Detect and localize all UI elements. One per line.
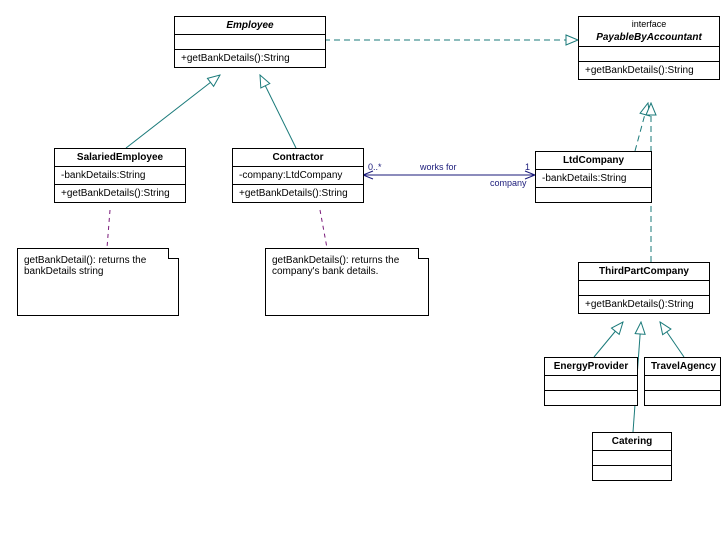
class-employee: Employee +getBankDetails():String (174, 16, 326, 68)
class-title: ThirdPartCompany (579, 263, 709, 281)
realization-ltdcompany-payable (635, 103, 648, 151)
assoc-label: works for (420, 162, 457, 172)
attrs-section: -bankDetails:String (536, 170, 651, 188)
class-travel-agency: TravelAgency (644, 357, 721, 406)
class-title: TravelAgency (645, 358, 720, 376)
attribute: -bankDetails:String (61, 170, 179, 181)
mult-left: 0..* (368, 162, 382, 172)
methods-section (536, 188, 651, 202)
class-third-part-company: ThirdPartCompany +getBankDetails():Strin… (578, 262, 710, 314)
class-catering: Catering (592, 432, 672, 481)
class-title: EnergyProvider (545, 358, 637, 376)
class-title: LtdCompany (536, 152, 651, 170)
mult-right: 1 (525, 162, 530, 172)
method: +getBankDetails():String (585, 299, 703, 310)
method: +getBankDetails():String (239, 188, 357, 199)
methods-section: +getBankDetails():String (233, 185, 363, 202)
methods-section (593, 466, 671, 480)
assoc-role: company (490, 178, 527, 188)
attrs-section: -bankDetails:String (55, 167, 185, 185)
methods-section: +getBankDetails():String (175, 50, 325, 67)
method: +getBankDetails():String (181, 53, 319, 64)
note-anchor-salaried (107, 210, 110, 248)
note-anchor-contractor (320, 210, 327, 248)
class-title: Employee (175, 17, 325, 35)
method: +getBankDetails():String (61, 188, 179, 199)
class-title: Catering (593, 433, 671, 451)
class-title: Contractor (233, 149, 363, 167)
class-ltd-company: LtdCompany -bankDetails:String (535, 151, 652, 203)
note-contractor: getBankDetails(): returns the company's … (265, 248, 429, 316)
methods-section: +getBankDetails():String (579, 62, 719, 79)
attrs-section (579, 281, 709, 296)
attribute: -bankDetails:String (542, 173, 645, 184)
attrs-section (545, 376, 637, 391)
generalization-travel-thirdpart (660, 322, 684, 357)
note-salaried: getBankDetail(): returns the bankDetails… (17, 248, 179, 316)
class-energy-provider: EnergyProvider (544, 357, 638, 406)
note-text: getBankDetail(): returns the bankDetails… (24, 255, 172, 277)
stereotype: interface (579, 17, 719, 29)
attrs-section (175, 35, 325, 50)
attrs-section: -company:LtdCompany (233, 167, 363, 185)
methods-section (645, 391, 720, 405)
class-salaried-employee: SalariedEmployee -bankDetails:String +ge… (54, 148, 186, 203)
generalization-contractor-employee (260, 75, 296, 148)
attrs-section (645, 376, 720, 391)
class-title: PayableByAccountant (579, 29, 719, 46)
methods-section: +getBankDetails():String (55, 185, 185, 202)
methods-section (545, 391, 637, 405)
methods-section: +getBankDetails():String (579, 296, 709, 313)
attribute: -company:LtdCompany (239, 170, 357, 181)
class-contractor: Contractor -company:LtdCompany +getBankD… (232, 148, 364, 203)
interface-payable-by-accountant: interface PayableByAccountant +getBankDe… (578, 16, 720, 80)
note-text: getBankDetails(): returns the company's … (272, 255, 422, 277)
class-title: SalariedEmployee (55, 149, 185, 167)
method: +getBankDetails():String (585, 65, 713, 76)
generalization-salaried-employee (126, 75, 220, 148)
attrs-section (579, 47, 719, 62)
attrs-section (593, 451, 671, 466)
generalization-energy-thirdpart (594, 322, 623, 357)
